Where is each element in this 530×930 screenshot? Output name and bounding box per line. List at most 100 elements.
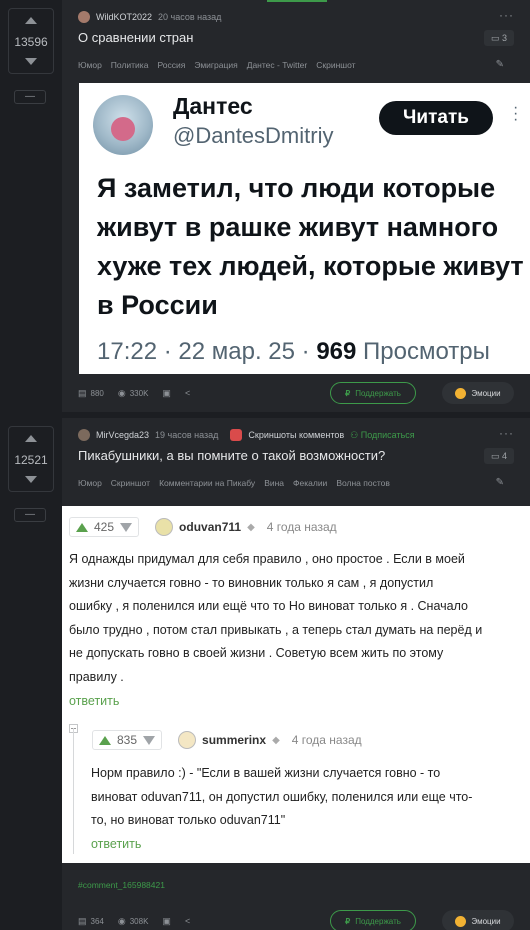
tweet-author-name: Дантес: [173, 93, 253, 119]
emoji-icon: [455, 387, 467, 399]
post-time: 20 часов назад: [158, 12, 222, 22]
post-card: WildKOT2022 20 часов назад ··· О сравнен…: [62, 0, 530, 412]
comment-line: Я однажды придумал для себя правило , он…: [69, 552, 465, 566]
save-icon: ▣: [162, 387, 171, 398]
upvote-icon[interactable]: [25, 17, 37, 24]
tag[interactable]: Юмор: [78, 478, 102, 488]
comment-time: 4 года назад: [291, 733, 362, 747]
downvote-icon: [143, 735, 156, 745]
tag[interactable]: Комментарии на Пикабу: [159, 478, 255, 488]
tag-icon: ◆: [247, 521, 255, 533]
tag[interactable]: Россия: [157, 60, 185, 70]
views-count: 308K: [129, 916, 149, 926]
rating-value: 835: [117, 733, 138, 747]
hide-button[interactable]: —: [14, 90, 46, 104]
tag[interactable]: Юмор: [78, 60, 102, 70]
tag[interactable]: Политика: [111, 60, 149, 70]
hide-button[interactable]: —: [14, 508, 46, 522]
vote-box: 13596: [8, 8, 54, 74]
comment-count: 3: [502, 33, 508, 43]
tweet-screenshot: Дантес @DantesDmitriy Читать · · · Я замет…: [79, 83, 530, 374]
comments-action[interactable]: ▤ 364: [78, 916, 104, 927]
tweet-more-icon: · · ·: [513, 99, 519, 128]
comment-icon: ▭: [490, 33, 502, 43]
tweet-avatar: [93, 95, 153, 155]
eye-icon: ◉: [117, 915, 126, 926]
comment-count: 4: [502, 451, 508, 461]
views-action: ◉ 308K: [118, 916, 149, 927]
emotions-button[interactable]: Эмоции: [442, 910, 514, 930]
author-name[interactable]: WildKOT2022: [96, 12, 152, 22]
emotions-label: Эмоции: [471, 916, 501, 926]
comment-line: правилу .: [69, 669, 124, 684]
author-avatar[interactable]: [78, 429, 90, 441]
commenter-name: summerinx: [202, 733, 267, 747]
tag[interactable]: Скриншот: [111, 478, 150, 488]
edit-icon[interactable]: ✎: [496, 477, 504, 488]
tag[interactable]: Волна постов: [336, 478, 390, 488]
vote-column: 13596 —: [0, 0, 62, 412]
vote-count: 13596: [14, 35, 48, 49]
post-actions: ▤ 364 ◉ 308K ▣ < ₽ Поддержать Эмоции: [78, 910, 514, 930]
more-icon[interactable]: ···: [499, 426, 514, 440]
support-button[interactable]: ₽ Поддержать: [330, 910, 416, 930]
comment-count-badge[interactable]: ▭ 3: [484, 30, 514, 46]
comment-line: виноват oduvan711, он допустил ошибку, п…: [91, 789, 473, 804]
post-meta: WildKOT2022 20 часов назад ···: [78, 8, 514, 24]
author-name[interactable]: MirVcegda23: [96, 430, 149, 440]
comments-screenshot: 425 oduvan711 ◆ 4 года назад Я однажды п…: [62, 506, 530, 863]
edit-icon[interactable]: ✎: [496, 59, 504, 70]
comment-icon: ▤: [78, 387, 87, 398]
share-action[interactable]: <: [185, 916, 190, 926]
tag[interactable]: Вина: [264, 478, 284, 488]
author-avatar[interactable]: [78, 11, 90, 23]
thread-line: [73, 728, 74, 854]
tweet-timestamp: 17:22 · 22 мар. 25 ·: [97, 338, 317, 365]
commenter-avatar: [155, 518, 174, 536]
comment-line: Норм правило :) - "Если в вашей жизни сл…: [91, 766, 441, 780]
support-label: Поддержать: [355, 388, 401, 398]
community-name[interactable]: Скриншоты комментов: [248, 430, 344, 440]
eye-icon: ◉: [117, 387, 126, 398]
community-icon[interactable]: [230, 429, 243, 441]
tweet-follow-button: Читать: [379, 101, 493, 135]
support-button[interactable]: ₽ Поддержать: [330, 382, 416, 404]
tweet-handle: @DantesDmitriy: [173, 123, 334, 148]
comment-time: 4 года назад: [266, 520, 337, 534]
more-icon[interactable]: ···: [499, 8, 514, 22]
tweet-views-label: Просмотры: [356, 338, 490, 365]
share-action[interactable]: <: [185, 388, 190, 398]
vote-box: 12521: [8, 426, 54, 492]
comment-anchor-link[interactable]: #comment_165988421: [78, 880, 165, 890]
upvote-icon[interactable]: [25, 435, 37, 442]
comment-count-badge[interactable]: ▭ 4: [484, 448, 514, 464]
reply-link: ответить: [69, 694, 120, 708]
reply-link: ответить: [91, 837, 142, 851]
post-title[interactable]: О сравнении стран: [78, 30, 193, 45]
comment-text: Я однажды придумал для себя правило , он…: [69, 548, 482, 689]
comment-line: то, но виноват только oduvan711": [91, 813, 286, 827]
upvote-icon: [76, 522, 88, 532]
share-icon: <: [184, 916, 191, 926]
tag[interactable]: Фекалии: [293, 478, 327, 488]
comments-action[interactable]: ▤ 880: [78, 388, 104, 399]
tag[interactable]: Дантес - Twitter: [247, 60, 308, 70]
tag[interactable]: Эмиграция: [194, 60, 237, 70]
comment-icon: ▤: [78, 915, 87, 926]
comment-line: было трудно , потом стал привыкать , а т…: [69, 622, 483, 637]
downvote-icon[interactable]: [25, 476, 37, 483]
accent-bar: [267, 0, 327, 2]
subscribe-link[interactable]: ⚇ Подписаться: [350, 430, 415, 441]
post-title[interactable]: Пикабушники, а вы помните о такой возмож…: [78, 448, 385, 463]
subscribe-label: Подписаться: [360, 429, 415, 440]
tag[interactable]: Скриншот: [316, 60, 355, 70]
downvote-icon[interactable]: [25, 58, 37, 65]
save-action[interactable]: ▣: [162, 388, 171, 399]
emotions-button[interactable]: Эмоции: [442, 382, 514, 404]
views-count: 330K: [129, 388, 149, 398]
comment-header: 425 oduvan711 ◆ 4 года назад: [69, 517, 337, 537]
save-action[interactable]: ▣: [162, 916, 171, 927]
emotions-label: Эмоции: [471, 388, 501, 398]
commenter-avatar: [178, 731, 197, 749]
comment-rating: 425: [69, 517, 140, 537]
